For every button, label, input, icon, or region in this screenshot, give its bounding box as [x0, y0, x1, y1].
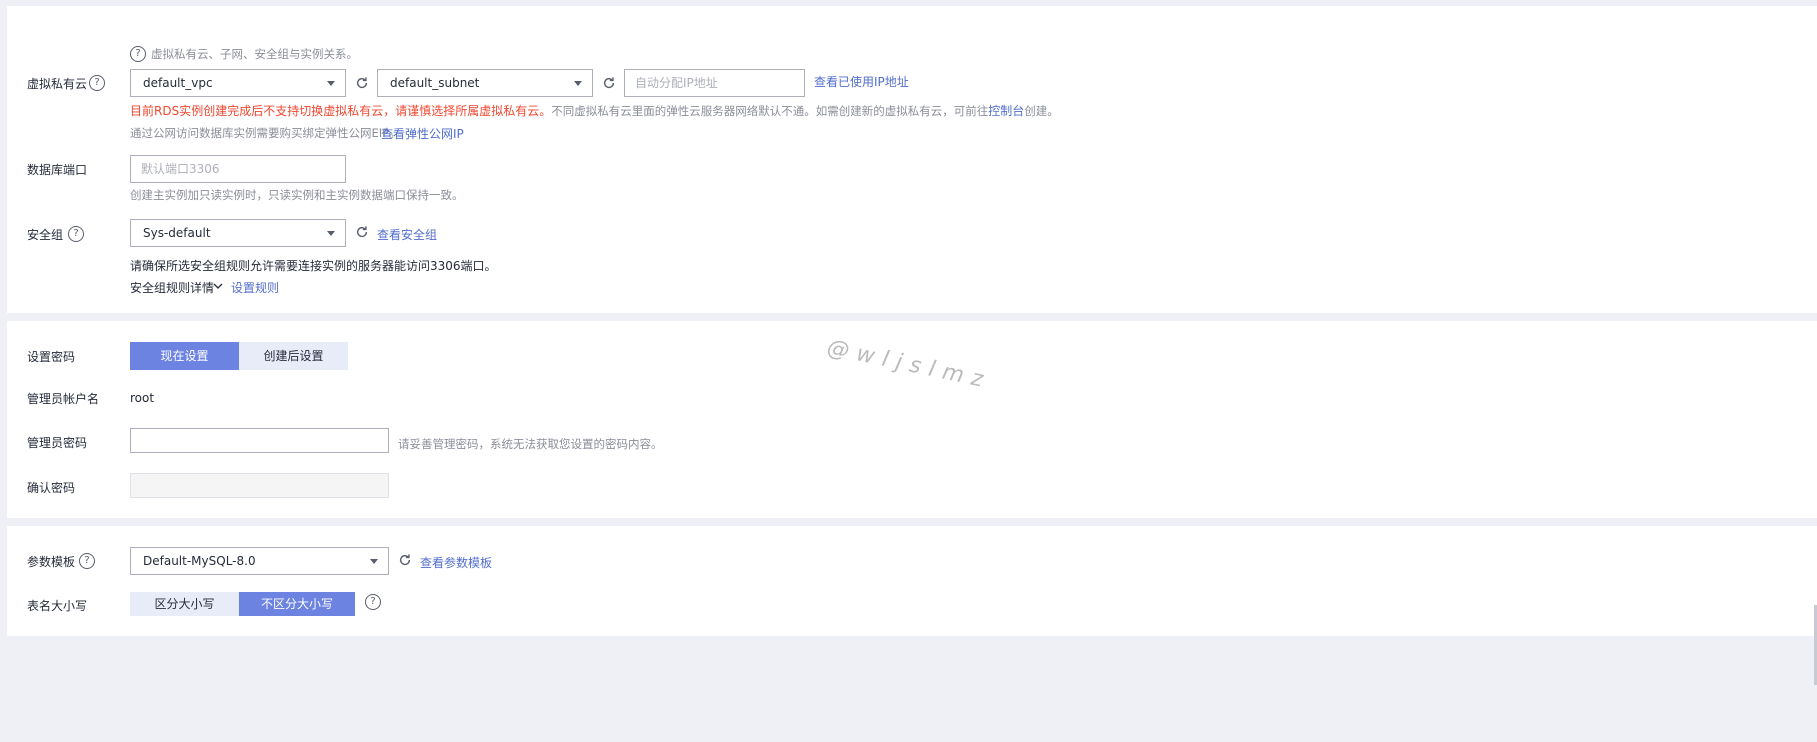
- confirm-password-label: 确认密码: [27, 481, 76, 495]
- security-group-select-value: Sys-default: [143, 226, 211, 240]
- view-used-ip-link[interactable]: 查看已使用IP地址: [814, 73, 909, 90]
- refresh-icon[interactable]: [355, 76, 369, 90]
- chevron-down-icon: [327, 231, 335, 236]
- confirm-password-input[interactable]: [130, 473, 389, 498]
- table-name-case-label: 表名大小写: [27, 599, 88, 613]
- case-help-icon[interactable]: ?: [365, 594, 381, 610]
- eip-note: 通过公网访问数据库实例需要购买绑定弹性公网EIP。: [130, 126, 401, 140]
- security-group-help-icon[interactable]: ?: [68, 226, 84, 242]
- vpc-warning-red: 目前RDS实例创建完成后不支持切换虚拟私有云，请谨慎选择所属虚拟私有云。: [130, 104, 552, 118]
- help-icon[interactable]: ?: [130, 46, 146, 62]
- parameter-template-value: Default-MySQL-8.0: [143, 554, 256, 568]
- admin-account-label: 管理员帐户名: [27, 392, 100, 406]
- case-insensitive-button[interactable]: 不区分大小写: [239, 592, 355, 616]
- vpc-warning: 目前RDS实例创建完成后不支持切换虚拟私有云，请谨慎选择所属虚拟私有云。不同虚拟…: [130, 102, 1059, 119]
- network-section: ? 虚拟私有云、子网、安全组与实例关系。 虚拟私有云 ? default_vpc…: [7, 6, 1817, 313]
- admin-account-value: root: [130, 391, 155, 405]
- security-group-select[interactable]: Sys-default: [130, 219, 346, 247]
- chevron-down-icon: [370, 559, 378, 564]
- vpc-help-icon[interactable]: ?: [89, 75, 105, 91]
- parameter-template-select[interactable]: Default-MySQL-8.0: [130, 547, 389, 575]
- console-link[interactable]: 控制台: [988, 104, 1024, 118]
- chevron-down-icon: [574, 81, 582, 86]
- security-group-note: 请确保所选安全组规则允许需要连接实例的服务器能访问3306端口。: [130, 259, 497, 273]
- port-label: 数据库端口: [27, 163, 88, 177]
- chevron-down-icon: [327, 81, 335, 86]
- vpc-warning-end: 创建。: [1024, 104, 1059, 118]
- password-note: 请妥善管理密码，系统无法获取您设置的密码内容。: [398, 437, 663, 451]
- parameter-template-help-icon[interactable]: ?: [79, 553, 95, 569]
- refresh-icon[interactable]: [398, 553, 412, 567]
- set-later-button[interactable]: 创建后设置: [239, 342, 348, 370]
- network-hint: 虚拟私有云、子网、安全组与实例关系。: [151, 47, 358, 61]
- security-group-rules-toggle[interactable]: 安全组规则详情: [130, 279, 214, 296]
- refresh-icon[interactable]: [602, 76, 616, 90]
- vpc-select[interactable]: default_vpc: [130, 69, 346, 97]
- parameter-section: 参数模板 ? Default-MySQL-8.0 查看参数模板 表名大小写 区分…: [7, 526, 1817, 636]
- chevron-down-icon[interactable]: [213, 282, 223, 290]
- password-section: 设置密码 现在设置 创建后设置 管理员帐户名 root 管理员密码 请妥善管理密…: [7, 321, 1817, 518]
- ip-address-input[interactable]: [624, 69, 805, 97]
- vpc-select-value: default_vpc: [143, 76, 213, 90]
- case-sensitive-button[interactable]: 区分大小写: [130, 592, 239, 616]
- set-rules-link[interactable]: 设置规则: [231, 279, 279, 296]
- subnet-select-value: default_subnet: [390, 76, 480, 90]
- port-note: 创建主实例加只读实例时，只读实例和主实例数据端口保持一致。: [130, 188, 464, 202]
- admin-password-input[interactable]: [130, 428, 389, 453]
- port-input[interactable]: [130, 155, 346, 183]
- vpc-warning-text: 不同虚拟私有云里面的弹性云服务器网络默认不通。如需创建新的虚拟私有云，可前往: [551, 104, 989, 118]
- vpc-label: 虚拟私有云: [27, 77, 88, 91]
- admin-password-label: 管理员密码: [27, 436, 88, 450]
- subnet-select[interactable]: default_subnet: [377, 69, 593, 97]
- view-parameter-template-link[interactable]: 查看参数模板: [420, 554, 492, 571]
- set-now-button[interactable]: 现在设置: [130, 342, 239, 370]
- security-group-label: 安全组: [27, 228, 64, 242]
- set-password-label: 设置密码: [27, 350, 76, 364]
- view-eip-link[interactable]: 查看弹性公网IP: [381, 125, 464, 142]
- view-security-group-link[interactable]: 查看安全组: [377, 226, 437, 243]
- refresh-icon[interactable]: [355, 225, 369, 239]
- parameter-template-label: 参数模板: [27, 555, 76, 569]
